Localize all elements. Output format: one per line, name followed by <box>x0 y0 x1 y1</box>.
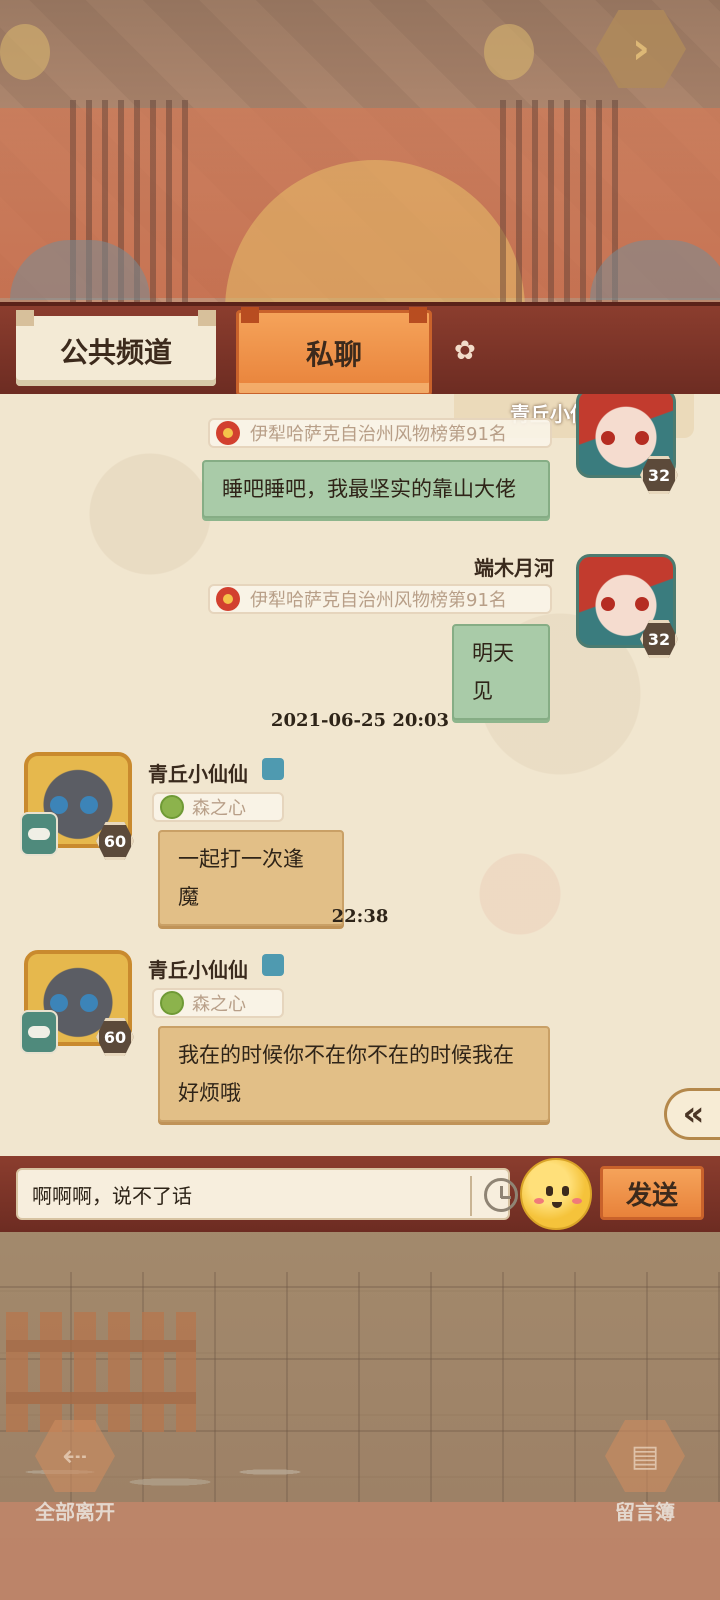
leaf-icon <box>160 795 184 819</box>
tab-private-chat[interactable]: 私聊 <box>236 307 432 396</box>
bubble-line: 我在的时候你不在你不在的时候我在 <box>178 1043 514 1067</box>
scroll-collapse-button[interactable]: « <box>664 1088 720 1140</box>
timestamp: 22:38 <box>331 906 389 927</box>
input-bar: 啊啊啊，说不了话 发送 <box>0 1156 720 1232</box>
top-scene: › <box>0 0 720 310</box>
tab-pin <box>241 307 259 323</box>
guestbook-button[interactable]: ▤ 留言簿 <box>590 1420 700 1525</box>
scene-fence <box>6 1312 196 1432</box>
tab-pin <box>198 310 216 326</box>
friend-icon <box>262 954 284 976</box>
chat-area[interactable]: 青丘小仙仙 伊犁哈萨克自治州风物榜第91名 32 睡吧睡吧，我最坚实的靠山大佬 … <box>0 394 720 1156</box>
tab-public-channel[interactable]: 公共频道 <box>16 310 216 386</box>
rank-badge: 伊犁哈萨克自治州风物榜第91名 <box>208 584 552 614</box>
tab-pin <box>409 307 427 323</box>
avatar-eyes <box>601 431 649 445</box>
title-badge: 森之心 <box>152 988 284 1018</box>
emoji-button[interactable] <box>520 1158 592 1230</box>
timestamp: 2021-06-25 20:03 <box>270 710 450 731</box>
avatar-eyes <box>601 597 649 611</box>
chat-bubble[interactable]: 我在的时候你不在你不在的时候我在 好烦哦 <box>158 1026 550 1122</box>
next-button[interactable]: › <box>596 10 686 88</box>
sender-name: 端木月河 <box>474 556 554 580</box>
lantern <box>0 24 50 80</box>
exit-door-icon: ⇠ <box>35 1420 115 1492</box>
tab-pin <box>16 310 34 326</box>
message-input[interactable]: 啊啊啊，说不了话 <box>16 1168 518 1220</box>
avatar-eyes <box>50 994 98 1012</box>
leave-all-button[interactable]: ⇠ 全部离开 <box>20 1420 130 1525</box>
rank-text: 伊犁哈萨克自治州风物榜第91名 <box>250 424 507 445</box>
friend-icon <box>262 758 284 780</box>
bubble-line: 好烦哦 <box>178 1081 241 1105</box>
rank-badge: 伊犁哈萨克自治州风物榜第91名 <box>208 418 552 448</box>
rank-icon <box>216 587 240 611</box>
guestbook-label: 留言簿 <box>615 1500 675 1524</box>
lantern <box>484 24 534 80</box>
send-button[interactable]: 发送 <box>600 1166 704 1220</box>
sender-name: 青丘小仙仙 <box>148 762 248 786</box>
leave-all-label: 全部离开 <box>35 1500 115 1524</box>
message-input-text: 啊啊啊，说不了话 <box>32 1183 192 1208</box>
double-chevron-left-icon: « <box>682 1094 705 1134</box>
tab-label: 公共频道 <box>59 336 172 369</box>
tab-label: 私聊 <box>305 338 362 371</box>
chat-bubble[interactable]: 明天见 <box>452 624 550 720</box>
robot-icon <box>20 812 58 856</box>
title-badge: 森之心 <box>152 792 284 822</box>
book-icon: ▤ <box>605 1420 685 1492</box>
tab-bar: 公共频道 私聊 ✿ <box>0 302 720 396</box>
leaf-icon <box>160 991 184 1015</box>
chevron-right-icon: › <box>631 23 651 74</box>
sender-name: 青丘小仙仙 <box>148 958 248 982</box>
divider <box>470 1176 472 1216</box>
chat-bubble[interactable]: 睡吧睡吧，我最坚实的靠山大佬 <box>202 460 550 518</box>
robot-icon <box>20 1010 58 1054</box>
flower-icon: ✿ <box>454 336 476 366</box>
rank-icon <box>216 421 240 445</box>
badge-text: 森之心 <box>192 798 246 819</box>
rank-text: 伊犁哈萨克自治州风物榜第91名 <box>250 590 507 611</box>
badge-text: 森之心 <box>192 994 246 1015</box>
avatar-eyes <box>50 796 98 814</box>
clock-icon[interactable] <box>484 1178 518 1212</box>
bottom-scene: ⇠ 全部离开 ▤ 留言簿 <box>0 1232 720 1600</box>
